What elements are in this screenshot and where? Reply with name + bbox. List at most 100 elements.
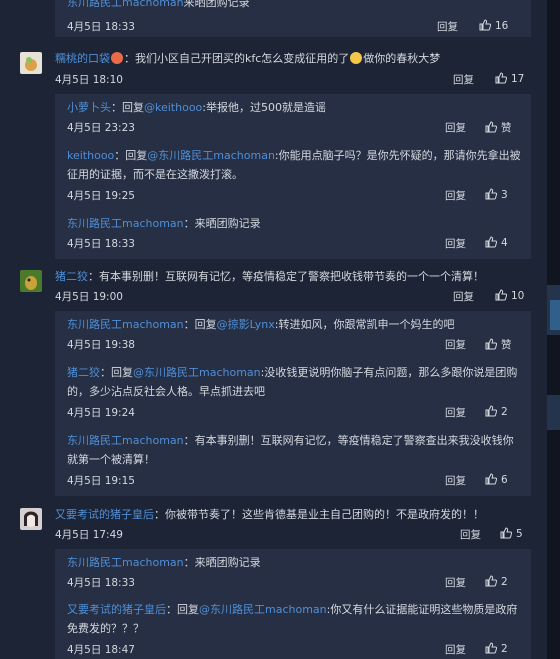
like-button[interactable]: 2 [485, 642, 508, 655]
reply-body: :转进如风，你跟常凯申一个妈生的吧 [274, 318, 455, 331]
comment-username[interactable]: 糯桃的口袋 [55, 52, 110, 65]
like-count: 10 [511, 290, 525, 302]
reply-action-button[interactable]: 回复 [445, 188, 466, 203]
reply-label: ：回复 [114, 149, 148, 162]
like-count: 3 [501, 189, 508, 201]
reply-label: ：回复 [183, 318, 217, 331]
thumbs-up-icon [479, 19, 492, 31]
reply-action-button[interactable]: 回复 [437, 19, 458, 34]
reply-action-button[interactable]: 回复 [445, 473, 466, 488]
thumbs-up-icon [500, 527, 513, 539]
reply-username[interactable]: 东川路民工machoman [67, 318, 184, 331]
reply-time: 4月5日 19:38 [67, 339, 135, 351]
reply-text: 东川路民工machoman来晒团购记录 [67, 0, 523, 12]
reply-text: 又要考试的猪子皇后：回复@东川路民工machoman:你又有什么证据能证明这些物… [67, 600, 523, 638]
emoji-icon [111, 52, 123, 64]
reply-box: 东川路民工machoman来晒团购记录 4月5日 18:33 回复 16 [55, 0, 531, 37]
reply-label: ：回复 [111, 101, 144, 114]
reply-action-button[interactable]: 回复 [445, 120, 466, 135]
thumbs-up-icon [485, 405, 498, 417]
thumbs-up-icon [485, 236, 498, 248]
thumbs-up-icon [485, 473, 498, 485]
like-button[interactable]: 10 [495, 289, 524, 302]
reply-time: 4月5日 18:33 [67, 577, 135, 589]
comment-body: ：我们小区自己开团买的kfc怎么变成征用的了 [124, 52, 350, 65]
reply-username[interactable]: 东川路民工machoman [67, 0, 184, 9]
reply-action-button[interactable]: 回复 [445, 405, 466, 420]
thumbs-up-icon [495, 289, 508, 301]
reply-action-button[interactable]: 回复 [445, 236, 466, 251]
like-button[interactable]: 3 [485, 188, 508, 201]
like-button[interactable]: 5 [500, 527, 523, 540]
reply-text: 东川路民工machoman：有本事别删！互联网有记忆，等疫情稳定了警察查出来我没… [67, 431, 523, 469]
reply-action-button[interactable]: 回复 [460, 527, 481, 542]
like-button[interactable]: 16 [479, 19, 508, 32]
like-button[interactable]: 17 [495, 72, 524, 85]
reply-text: 东川路民工machoman：来晒团购记录 [67, 214, 523, 233]
reply-box: 东川路民工machoman：回复@掠影Lynx:转进如风，你跟常凯申一个妈生的吧… [55, 311, 531, 496]
comment-text: 又要考试的猪子皇后：你被带节奏了！这些肯德基是业主自己团购的！不是政府发的！！ [55, 507, 525, 523]
reply-body: ：来晒团购记录 [183, 556, 261, 569]
like-count: 17 [511, 73, 525, 85]
thumbs-up-icon [485, 121, 498, 133]
like-button[interactable]: 4 [485, 236, 508, 249]
smile-emoji-icon [350, 52, 363, 64]
comment-username[interactable]: 又要考试的猪子皇后 [55, 508, 154, 521]
reply-username[interactable]: keithooo [67, 149, 114, 162]
page-edge-decoration [547, 0, 560, 659]
reply-username[interactable]: 猪二狡 [67, 366, 100, 379]
reply-username[interactable]: 东川路民工machoman [67, 217, 184, 230]
reply-username[interactable]: 又要考试的猪子皇后 [67, 603, 166, 616]
reply-text: keithooo：回复@东川路民工machoman:你能用点脑子吗？是你先怀疑的… [67, 146, 523, 184]
avatar[interactable] [20, 508, 42, 530]
reply-action-button[interactable]: 回复 [445, 575, 466, 590]
like-count: 6 [501, 474, 508, 486]
reply-username[interactable]: 东川路民工machoman [67, 434, 184, 447]
like-count: 赞 [501, 122, 512, 134]
reply-mention[interactable]: @掠影Lynx [217, 318, 275, 331]
like-count: 5 [516, 528, 523, 540]
reply-action-button[interactable]: 回复 [445, 337, 466, 352]
edge-block [550, 300, 560, 330]
reply-text: 小萝卜头：回复@keithooo:举报他，过500就是造谣 [67, 98, 523, 117]
like-button[interactable]: 赞 [485, 120, 512, 135]
reply-time: 4月5日 19:25 [67, 190, 135, 202]
avatar[interactable] [20, 52, 42, 74]
reply-box: 东川路民工machoman：来晒团购记录 4月5日 18:33 回复 2 又要考… [55, 549, 531, 659]
comment-username[interactable]: 猪二狡 [55, 270, 88, 283]
reply-action-button[interactable]: 回复 [453, 72, 474, 87]
comment-time: 4月5日 18:10 [55, 74, 123, 86]
reply-action-button[interactable]: 回复 [445, 642, 466, 657]
like-button[interactable]: 2 [485, 575, 508, 588]
reply-username[interactable]: 东川路民工machoman [67, 556, 184, 569]
reply-mention[interactable]: @东川路民工machoman [147, 149, 275, 162]
thumbs-up-icon [495, 72, 508, 84]
reply-label: ：回复 [166, 603, 199, 616]
reply-time: 4月5日 19:24 [67, 407, 135, 419]
reply-text: 东川路民工machoman：回复@掠影Lynx:转进如风，你跟常凯申一个妈生的吧 [67, 315, 523, 334]
like-button[interactable]: 6 [485, 473, 508, 486]
like-button[interactable]: 赞 [485, 337, 512, 352]
comment-body-tail: 做你的春秋大梦 [363, 52, 441, 65]
reply-username[interactable]: 小萝卜头 [67, 101, 111, 114]
reply-body: :举报他，过500就是造谣 [202, 101, 326, 114]
comment-feed: 东川路民工machoman来晒团购记录 4月5日 18:33 回复 16 糯桃的… [0, 0, 547, 659]
reply-body: ：来晒团购记录 [183, 217, 261, 230]
reply-text: 东川路民工machoman：来晒团购记录 [67, 553, 523, 572]
comment-time: 4月5日 19:00 [55, 291, 123, 303]
like-button[interactable]: 2 [485, 405, 508, 418]
reply-mention[interactable]: @东川路民工machoman [133, 366, 261, 379]
reply-time: 4月5日 19:15 [67, 475, 135, 487]
comment-body: ：有本事别删！互联网有记忆，等疫情稳定了警察把收钱带节奏的一个一个清算！ [88, 270, 484, 283]
like-count: 2 [501, 406, 508, 418]
reply-time: 4月5日 18:47 [67, 644, 135, 656]
reply-body: 来晒团购记录 [183, 0, 250, 9]
reply-mention[interactable]: @东川路民工machoman [199, 603, 327, 616]
comment-text: 糯桃的口袋 ：我们小区自己开团买的kfc怎么变成征用的了 做你的春秋大梦 [55, 51, 525, 67]
avatar[interactable] [20, 270, 42, 292]
like-count: 4 [501, 237, 508, 249]
reply-action-button[interactable]: 回复 [453, 289, 474, 304]
reply-mention[interactable]: @keithooo [144, 101, 202, 114]
thumbs-up-icon [485, 338, 498, 350]
reply-time: 4月5日 18:33 [67, 21, 135, 33]
